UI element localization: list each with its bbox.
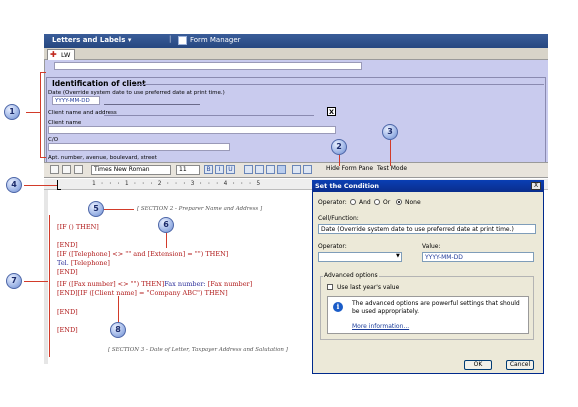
operator-select[interactable]: [318, 252, 402, 262]
align-left-icon[interactable]: [244, 165, 253, 174]
callout-2-line: [339, 154, 340, 166]
date-underline: [104, 104, 200, 105]
callout-1-bracket-bottom: [40, 157, 46, 158]
italic-button[interactable]: I: [215, 165, 224, 174]
code-end-2[interactable]: [END]: [57, 268, 78, 276]
section2-heading: [ SECTION 2 - Preparer Name and Address …: [137, 206, 263, 212]
callout-1: 1: [4, 104, 20, 120]
underline-button[interactable]: U: [226, 165, 235, 174]
or-radio[interactable]: [374, 199, 380, 205]
operator-field-label: Operator:: [318, 243, 347, 250]
paste-icon[interactable]: [74, 165, 83, 174]
callout-6-line: [166, 232, 167, 248]
date-field[interactable]: YYYY-MM-DD: [52, 96, 100, 105]
code-if-fax[interactable]: [IF ([Fax number] <> "") THEN]Fax number…: [57, 280, 252, 288]
co-field[interactable]: [48, 143, 230, 151]
paragraph-icon[interactable]: [303, 165, 312, 174]
form-manager-link[interactable]: Form Manager: [190, 36, 241, 44]
cancel-button[interactable]: Cancel: [506, 360, 534, 370]
callout-7-line: [24, 281, 48, 282]
code-if-telephone[interactable]: [IF ([Telephone] <> "" and [Extension] =…: [57, 250, 228, 258]
copy-icon[interactable]: [62, 165, 71, 174]
use-last-year-label: Use last year's value: [337, 284, 400, 291]
callout-1-line: [26, 112, 40, 113]
ruler-tab-marker[interactable]: [57, 180, 61, 190]
justify-icon[interactable]: [277, 165, 286, 174]
ok-button[interactable]: OK: [464, 360, 492, 370]
or-label: Or: [383, 199, 391, 206]
callout-4-line: [24, 185, 57, 186]
app-title[interactable]: Letters and Labels ▾: [52, 36, 131, 44]
callout-5: 5: [88, 201, 104, 217]
and-radio[interactable]: [350, 199, 356, 205]
test-mode-button[interactable]: Test Mode: [377, 165, 407, 172]
info-icon: i: [333, 302, 343, 312]
callout-2: 2: [331, 139, 347, 155]
bullet-list-icon[interactable]: [292, 165, 301, 174]
none-label: None: [405, 199, 421, 206]
and-label: And: [359, 199, 371, 206]
code-end-4[interactable]: [END]: [57, 326, 78, 334]
apt-label: Apt. number, avenue, boulevard, street: [48, 155, 157, 161]
fax-text: Fax number:: [164, 280, 208, 288]
fax-condition: [IF ([Fax number] <> "") THEN]: [57, 280, 165, 288]
cell-function-label: Cell/Function:: [318, 215, 359, 222]
client-name-field[interactable]: [48, 126, 336, 134]
dialog-title: Set the Condition: [312, 180, 544, 192]
hide-form-pane-button[interactable]: Hide Form Pane: [326, 165, 373, 172]
cell-function-field[interactable]: Date (Override system date to use prefer…: [318, 224, 536, 234]
tab-label: LW: [61, 51, 71, 59]
callout-8: 8: [110, 322, 126, 338]
bold-button[interactable]: B: [204, 165, 213, 174]
chevron-down-icon[interactable]: ▼: [396, 253, 400, 259]
align-center-icon[interactable]: [255, 165, 264, 174]
callout-7: 7: [6, 273, 22, 289]
maple-leaf-icon: ✚: [50, 50, 57, 59]
tab-strip: [44, 48, 548, 60]
info-text: The advanced options are powerful settin…: [352, 300, 520, 315]
code-end-if-client[interactable]: [END][IF ([Client name] = "Company ABC")…: [57, 289, 228, 297]
cut-icon[interactable]: [50, 165, 59, 174]
form-manager-icon[interactable]: [178, 36, 187, 45]
value-field[interactable]: YYYY-MM-DD: [422, 252, 534, 262]
callout-5-line: [104, 209, 134, 210]
more-information-link[interactable]: More information...: [352, 323, 409, 330]
code-end-1[interactable]: [END]: [57, 241, 78, 249]
callout-3: 3: [382, 124, 398, 140]
app-title-bar: Letters and Labels ▾ | Form Manager: [44, 34, 548, 48]
code-tel-line[interactable]: Tel. [Telephone]: [57, 259, 110, 267]
fax-field: [Fax number]: [207, 280, 253, 288]
tel-prefix: Tel.: [57, 259, 71, 267]
callout-3-line: [390, 140, 391, 166]
section-rule: [132, 84, 544, 85]
none-radio[interactable]: [396, 199, 402, 205]
code-bracket: [49, 215, 53, 357]
callout-4: 4: [6, 177, 22, 193]
tel-field: [Telephone]: [70, 259, 110, 267]
client-name-rule: [104, 115, 314, 116]
operator-radio-label: Operator:: [318, 199, 347, 206]
x-checkbox[interactable]: X: [327, 107, 336, 116]
editor-area[interactable]: [44, 190, 314, 364]
advanced-options-title: Advanced options: [323, 272, 379, 279]
callout-1-bracket-top: [40, 72, 46, 73]
font-size-select[interactable]: 11: [176, 165, 200, 175]
font-select[interactable]: Times New Roman: [91, 165, 171, 175]
code-if-empty[interactable]: [IF () THEN]: [57, 223, 99, 231]
close-icon[interactable]: X: [531, 182, 541, 190]
title-separator: |: [169, 35, 172, 43]
tab-lw[interactable]: ✚ LW: [47, 49, 75, 60]
callout-1-bracket: [40, 72, 41, 158]
editor-scrollbar[interactable]: [44, 190, 48, 364]
use-last-year-checkbox[interactable]: [327, 284, 333, 290]
top-input-field[interactable]: [54, 62, 362, 70]
callout-6: 6: [158, 217, 174, 233]
section3-heading: [ SECTION 3 - Date of Letter, Taxpayer A…: [108, 347, 288, 353]
value-label: Value:: [422, 243, 441, 250]
ruler-marks: 1 · · · 1 · · · 2 · · · 3 · · · 4 · · · …: [92, 180, 261, 187]
align-right-icon[interactable]: [266, 165, 275, 174]
code-end-3[interactable]: [END]: [57, 308, 78, 316]
